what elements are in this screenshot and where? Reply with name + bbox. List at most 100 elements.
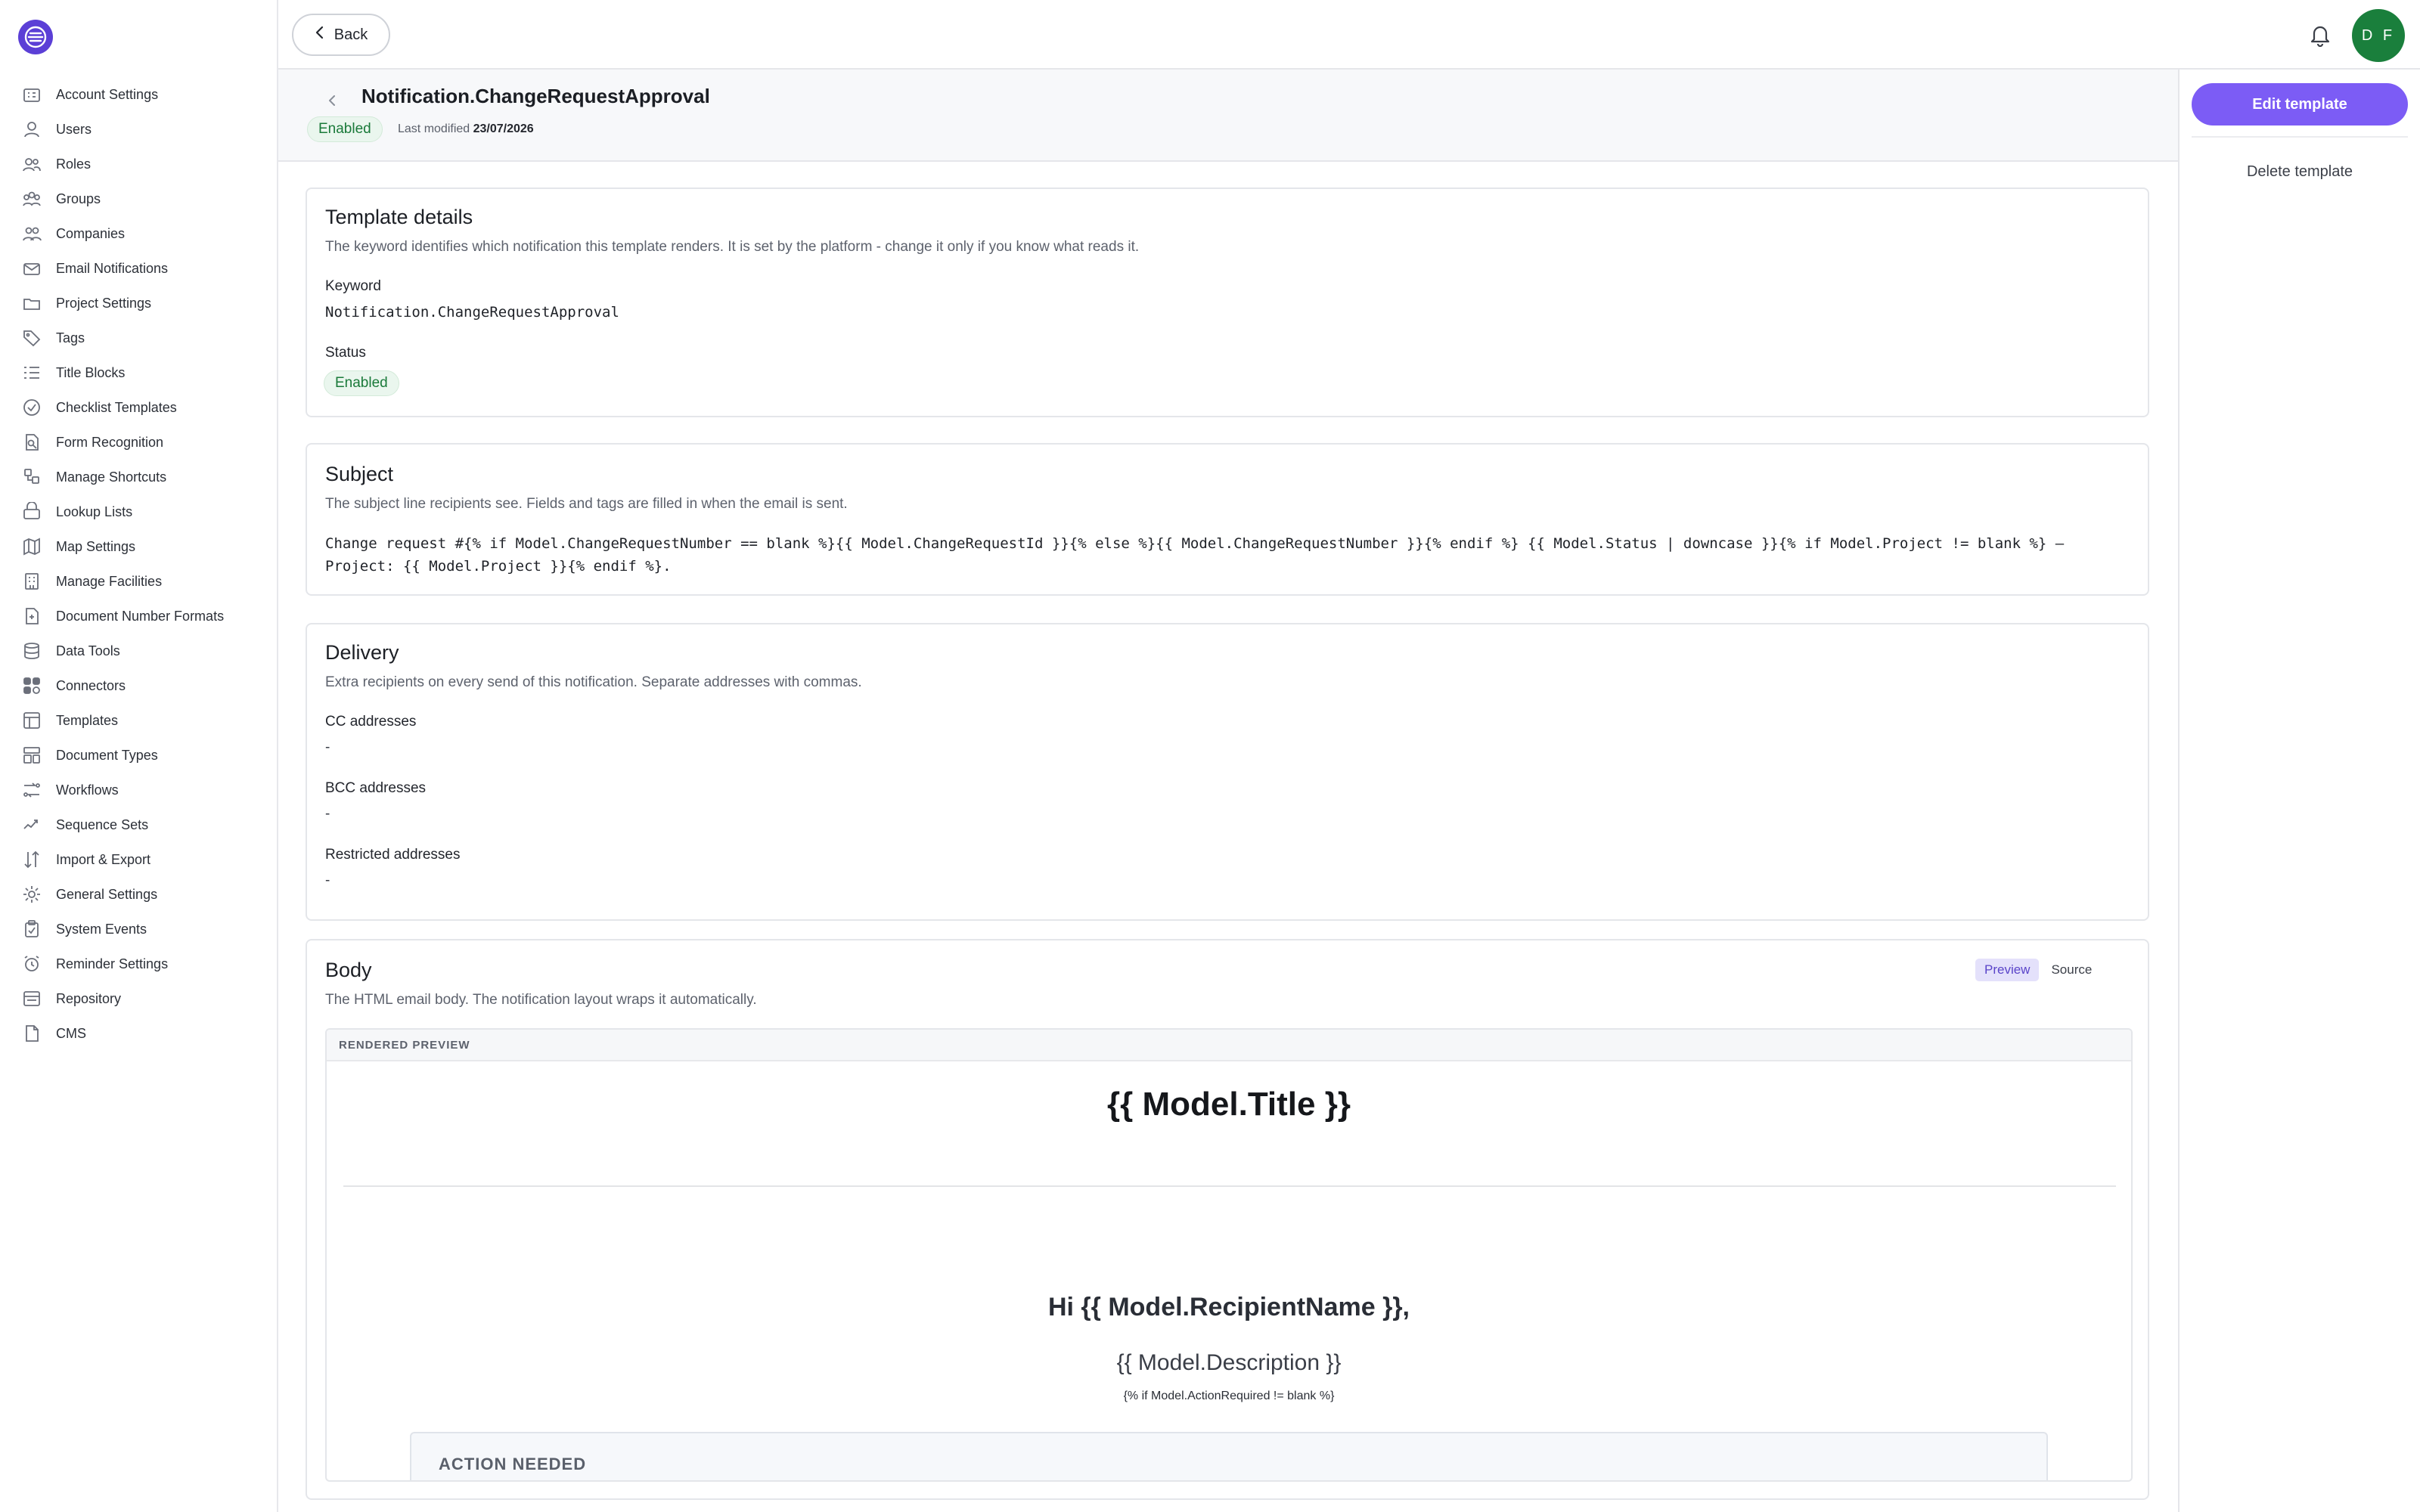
notifications-bell-icon[interactable]: [2305, 20, 2335, 50]
status-label: Status: [325, 345, 366, 361]
rendered-preview-frame: RENDERED PREVIEW {{ Model.Title }} Hi {{…: [325, 1028, 2133, 1482]
sidebar-item-form-recognition[interactable]: Form Recognition: [0, 425, 277, 460]
top-bar: Back D F: [278, 0, 2420, 70]
sidebar-item-users[interactable]: Users: [0, 112, 277, 147]
card-title: Template details: [325, 206, 473, 228]
status-badge: Enabled: [307, 116, 383, 142]
sidebar-item-document-types[interactable]: Document Types: [0, 738, 277, 773]
sidebar-item-label: Manage Facilities: [56, 573, 163, 589]
bcc-label: BCC addresses: [325, 780, 427, 796]
envelope-icon: [21, 258, 42, 279]
sidebar-item-label: Users: [56, 121, 92, 137]
sidebar-item-roles[interactable]: Roles: [0, 147, 277, 181]
last-modified-value: 23/07/2026: [473, 122, 534, 135]
sidebar-item-label: Companies: [56, 225, 126, 241]
template-header: Notification.ChangeRequestApproval Enabl…: [278, 70, 2178, 162]
user-icon: [21, 119, 42, 140]
preview-description: {{ Model.Description }}: [1116, 1350, 1342, 1375]
sidebar-item-cms[interactable]: CMS: [0, 1016, 277, 1051]
sidebar-item-connectors[interactable]: Connectors: [0, 668, 277, 703]
card-title: Body: [325, 959, 372, 981]
sidebar-item-label: Email Notifications: [56, 260, 169, 276]
back-button-label: Back: [334, 26, 368, 43]
last-modified: Last modified 23/07/2026: [398, 122, 534, 136]
collapse-chevron-icon[interactable]: [321, 89, 343, 112]
divider: [2192, 136, 2408, 138]
preview-greeting: Hi {{ Model.RecipientName }},: [1047, 1293, 1410, 1321]
body-card: Body The HTML email body. The notificati…: [306, 939, 2149, 1500]
file-icon: [21, 1023, 42, 1044]
preview-condition: {% if Model.ActionRequired != blank %}: [1123, 1390, 1335, 1402]
keyword-value: Notification.ChangeRequestApproval: [325, 304, 619, 321]
bcc-value: -: [325, 806, 330, 822]
sidebar-item-import-and-export[interactable]: Import & Export: [0, 842, 277, 877]
sidebar-item-label: CMS: [56, 1025, 86, 1041]
sidebar-item-checklist-templates[interactable]: Checklist Templates: [0, 390, 277, 425]
sidebar-item-label: Workflows: [56, 782, 119, 798]
sidebar-item-groups[interactable]: Groups: [0, 181, 277, 216]
sidebar-item-label: Document Number Formats: [56, 608, 225, 624]
sidebar-item-data-tools[interactable]: Data Tools: [0, 634, 277, 668]
sidebar-item-label: Connectors: [56, 677, 126, 693]
sidebar-item-label: Form Recognition: [56, 434, 164, 450]
action-needed-label: ACTION NEEDED: [439, 1455, 587, 1473]
sidebar-item-label: Reminder Settings: [56, 956, 169, 971]
sidebar-item-manage-shortcuts[interactable]: Manage Shortcuts: [0, 460, 277, 494]
shortcut-icon: [21, 466, 42, 488]
alarm-icon: [21, 953, 42, 974]
app-logo-icon[interactable]: [18, 20, 53, 54]
sidebar-item-lookup-lists[interactable]: Lookup Lists: [0, 494, 277, 529]
sidebar-item-sequence-sets[interactable]: Sequence Sets: [0, 807, 277, 842]
tab-preview[interactable]: Preview: [1975, 959, 2040, 981]
sidebar-item-label: Data Tools: [56, 643, 120, 658]
sidebar-item-project-settings[interactable]: Project Settings: [0, 286, 277, 321]
sidebar-item-reminder-settings[interactable]: Reminder Settings: [0, 947, 277, 981]
cc-label: CC addresses: [325, 714, 417, 730]
delete-template-button[interactable]: Delete template: [2192, 153, 2408, 191]
subject-card: Subject The subject line recipients see.…: [306, 443, 2149, 596]
sidebar-item-general-settings[interactable]: General Settings: [0, 877, 277, 912]
sidebar-item-email-notifications[interactable]: Email Notifications: [0, 251, 277, 286]
form-scan-icon: [21, 432, 42, 453]
subject-template-code: Change request #{% if Model.ChangeReques…: [325, 535, 2065, 575]
sidebar-item-workflows[interactable]: Workflows: [0, 773, 277, 807]
sidebar-item-tags[interactable]: Tags: [0, 321, 277, 355]
chevron-left-icon: [315, 26, 325, 44]
sidebar-item-repository[interactable]: Repository: [0, 981, 277, 1016]
divider: [343, 1185, 2116, 1187]
sequence-icon: [21, 814, 42, 835]
sidebar-item-label: Tags: [56, 330, 85, 345]
sidebar-item-account-settings[interactable]: Account Settings: [0, 77, 277, 112]
map-icon: [21, 536, 42, 557]
sidebar-item-manage-facilities[interactable]: Manage Facilities: [0, 564, 277, 599]
delivery-card: Delivery Extra recipients on every send …: [306, 623, 2149, 921]
sidebar-item-document-number-formats[interactable]: Document Number Formats: [0, 599, 277, 634]
card-description: The subject line recipients see. Fields …: [325, 496, 848, 512]
edit-template-button[interactable]: Edit template: [2192, 83, 2408, 125]
tag-icon: [21, 327, 42, 349]
database-icon: [21, 640, 42, 662]
check-circle-icon: [21, 397, 42, 418]
repository-icon: [21, 988, 42, 1009]
sidebar-item-label: Title Blocks: [56, 364, 126, 380]
cc-value: -: [325, 739, 330, 755]
lookup-icon: [21, 501, 42, 522]
folder-icon: [21, 293, 42, 314]
body-view-toggle: Preview Source: [1975, 959, 2101, 981]
sidebar-item-system-events[interactable]: System Events: [0, 912, 277, 947]
user-avatar[interactable]: D F: [2352, 9, 2405, 62]
import-export-icon: [21, 849, 42, 870]
actions-panel: Edit template Delete template: [2178, 70, 2420, 1512]
document-number-icon: [21, 606, 42, 627]
gear-icon: [21, 884, 42, 905]
sidebar-item-label: Project Settings: [56, 295, 152, 311]
sidebar-item-templates[interactable]: Templates: [0, 703, 277, 738]
sidebar-item-title-blocks[interactable]: Title Blocks: [0, 355, 277, 390]
tab-source[interactable]: Source: [2042, 959, 2101, 981]
back-button[interactable]: Back: [292, 14, 390, 56]
sidebar-item-map-settings[interactable]: Map Settings: [0, 529, 277, 564]
sidebar-item-companies[interactable]: Companies: [0, 216, 277, 251]
card-description: Extra recipients on every send of this n…: [325, 674, 862, 690]
page-title: Notification.ChangeRequestApproval: [361, 85, 710, 107]
keyword-label: Keyword: [325, 278, 381, 294]
